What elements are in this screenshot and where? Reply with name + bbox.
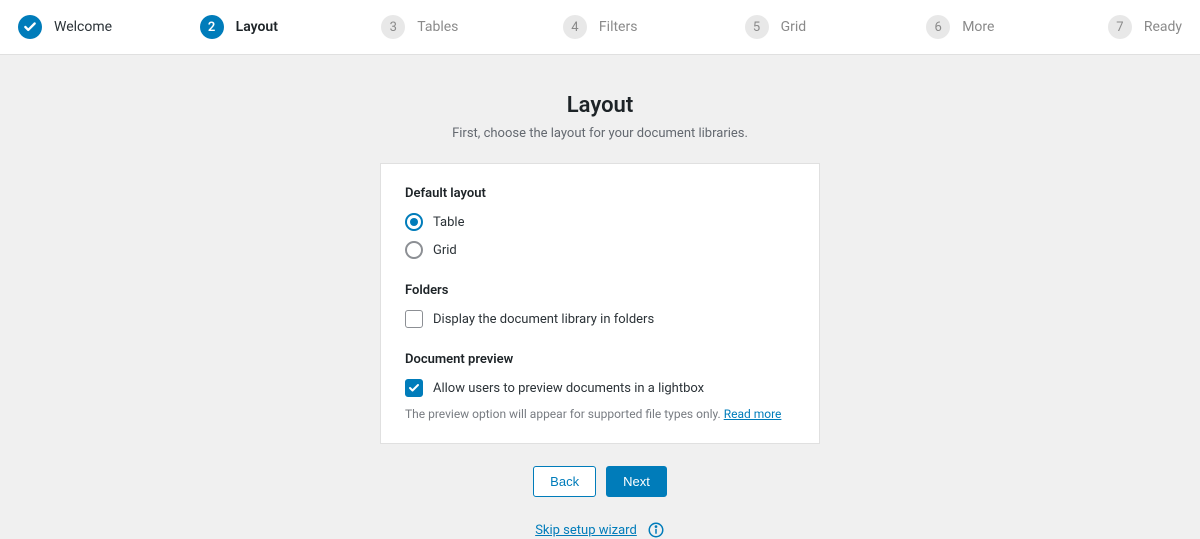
skip-row: Skip setup wizard [0, 521, 1200, 539]
option-label: Display the document library in folders [433, 312, 654, 327]
helper-text-content: The preview option will appear for suppo… [405, 407, 724, 421]
option-label: Table [433, 215, 464, 230]
read-more-link[interactable]: Read more [724, 407, 782, 421]
preview-checkbox[interactable]: Allow users to preview documents in a li… [405, 379, 795, 397]
option-label: Allow users to preview documents in a li… [433, 381, 704, 396]
step-label: Ready [1144, 19, 1182, 35]
step-layout[interactable]: 2 Layout [200, 15, 382, 39]
default-layout-section: Default layout Table Grid [405, 186, 795, 259]
page-subtitle: First, choose the layout for your docume… [0, 126, 1200, 141]
folders-checkbox[interactable]: Display the document library in folders [405, 310, 795, 328]
layout-option-table[interactable]: Table [405, 213, 795, 231]
helper-text: The preview option will appear for suppo… [405, 407, 795, 421]
step-number-icon: 7 [1108, 15, 1132, 39]
content-area: Layout First, choose the layout for your… [0, 55, 1200, 539]
next-button[interactable]: Next [606, 466, 667, 497]
section-heading: Folders [405, 283, 795, 298]
document-preview-section: Document preview Allow users to preview … [405, 352, 795, 421]
back-button[interactable]: Back [533, 466, 596, 497]
skip-wizard-link[interactable]: Skip setup wizard [535, 523, 637, 538]
step-more[interactable]: 6 More [926, 15, 1108, 39]
step-label: Layout [236, 19, 278, 35]
step-label: More [962, 19, 994, 35]
step-welcome[interactable]: Welcome [18, 15, 200, 39]
layout-option-grid[interactable]: Grid [405, 241, 795, 259]
step-number-icon: 4 [563, 15, 587, 39]
step-label: Filters [599, 19, 638, 35]
checkbox-icon [405, 379, 423, 397]
option-label: Grid [433, 243, 457, 258]
step-label: Welcome [54, 19, 112, 35]
step-number-icon: 2 [200, 15, 224, 39]
step-ready[interactable]: 7 Ready [1108, 15, 1182, 39]
step-number-icon: 3 [381, 15, 405, 39]
section-heading: Document preview [405, 352, 795, 367]
step-number-icon: 5 [745, 15, 769, 39]
step-label: Tables [417, 19, 458, 35]
step-label: Grid [781, 19, 807, 35]
button-row: Back Next [0, 466, 1200, 497]
info-icon[interactable] [647, 521, 665, 539]
step-tables[interactable]: 3 Tables [381, 15, 563, 39]
section-heading: Default layout [405, 186, 795, 201]
layout-form-card: Default layout Table Grid Folders Displa… [380, 163, 820, 444]
step-number-icon: 6 [926, 15, 950, 39]
radio-icon [405, 213, 423, 231]
step-filters[interactable]: 4 Filters [563, 15, 745, 39]
checkmark-icon [18, 15, 42, 39]
step-grid[interactable]: 5 Grid [745, 15, 927, 39]
folders-section: Folders Display the document library in … [405, 283, 795, 328]
step-progress-bar: Welcome 2 Layout 3 Tables 4 Filters 5 Gr… [0, 0, 1200, 55]
checkbox-icon [405, 310, 423, 328]
page-title: Layout [0, 93, 1200, 118]
radio-icon [405, 241, 423, 259]
